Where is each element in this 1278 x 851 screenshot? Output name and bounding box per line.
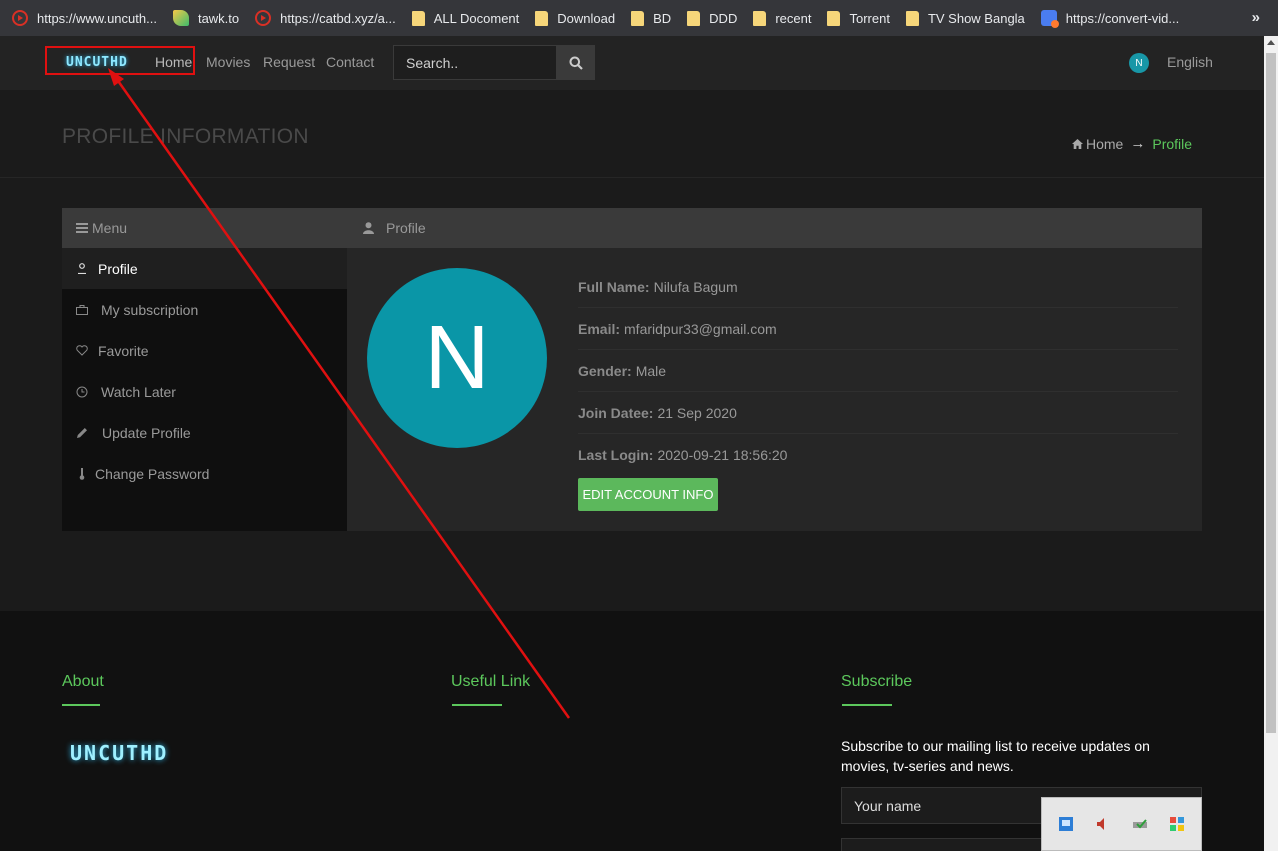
system-tray-popup xyxy=(1041,797,1202,851)
folder-icon xyxy=(753,10,767,26)
annotation-highlight-box xyxy=(45,46,195,75)
folder-icon xyxy=(535,10,549,26)
bookmark-bd[interactable]: BD xyxy=(631,10,671,26)
search-button[interactable] xyxy=(557,45,595,80)
menu-item-profile[interactable]: Profile xyxy=(62,248,347,289)
footer-subscribe-underline xyxy=(842,704,892,706)
folder-icon xyxy=(905,10,919,26)
search-input[interactable] xyxy=(393,45,557,80)
main-content: Menu Profile My subscription Favorite Wa… xyxy=(0,178,1264,611)
footer-logo[interactable]: UNCUTHD xyxy=(70,741,168,765)
nav-movies-link[interactable]: Movies xyxy=(206,54,250,70)
more-bookmarks-button[interactable]: » xyxy=(1252,9,1260,26)
page-header: PROFILE INFORMATION Home → Profile xyxy=(0,90,1264,178)
user-icon xyxy=(363,222,374,234)
profile-info-list: Full Name: Nilufa Bagum Email: mfaridpur33… xyxy=(578,266,1178,476)
page-scrollbar[interactable] xyxy=(1264,36,1278,851)
bookmark-ddd[interactable]: DDD xyxy=(687,10,737,26)
footer-subscribe-title: Subscribe xyxy=(841,673,913,690)
bookmark-catbd[interactable]: https://catbd.xyz/a... xyxy=(255,10,396,26)
menu-item-change-password[interactable]: Change Password xyxy=(62,453,347,494)
scroll-up-arrow-icon[interactable] xyxy=(1267,40,1275,45)
pencil-icon xyxy=(76,427,88,439)
home-icon xyxy=(1072,138,1083,149)
folder-icon xyxy=(411,10,425,26)
breadcrumb-current: Profile xyxy=(1152,135,1193,152)
folder-icon xyxy=(827,10,841,26)
profile-panel: Profile N Full Name: Nilufa Bagum Email: m… xyxy=(347,208,1202,531)
footer-useful-link-title: Useful Link xyxy=(451,673,531,690)
bookmark-torrent[interactable]: Torrent xyxy=(827,10,890,26)
folder-icon xyxy=(687,10,701,26)
breadcrumb: Home → Profile xyxy=(1072,135,1192,152)
safely-remove-icon[interactable] xyxy=(1132,816,1148,832)
youtube-icon xyxy=(255,10,272,26)
bookmark-all-docoment[interactable]: ALL Docoment xyxy=(411,10,519,26)
info-last-login: Last Login: 2020-09-21 18:56:20 xyxy=(578,447,788,463)
user-icon xyxy=(76,263,88,275)
profile-avatar: N xyxy=(367,268,547,448)
menu-item-favorite[interactable]: Favorite xyxy=(62,330,347,371)
bookmark-convert-video[interactable]: https://convert-vid... xyxy=(1040,10,1179,28)
bookmark-recent[interactable]: recent xyxy=(753,10,811,26)
page-title: PROFILE INFORMATION xyxy=(62,125,309,148)
edit-account-button[interactable]: EDIT ACCOUNT INFO xyxy=(578,478,718,511)
profile-menu: Menu Profile My subscription Favorite Wa… xyxy=(62,208,347,531)
bookmark-download[interactable]: Download xyxy=(535,10,615,26)
menu-heading: Menu xyxy=(62,208,347,248)
tawk-icon xyxy=(172,10,189,26)
info-gender: Gender: Male xyxy=(578,350,1178,392)
search-icon xyxy=(569,56,583,70)
user-avatar[interactable]: N xyxy=(1129,53,1149,73)
bookmark-tawk[interactable]: tawk.to xyxy=(172,10,239,26)
bookmark-tv-show-bangla[interactable]: TV Show Bangla xyxy=(905,10,1025,26)
menu-item-subscription[interactable]: My subscription xyxy=(62,289,347,330)
heart-icon xyxy=(76,345,88,357)
network-icon[interactable] xyxy=(1058,816,1074,832)
video-icon xyxy=(1040,10,1059,28)
bookmark-uncuthd[interactable]: https://www.uncuth... xyxy=(12,10,157,26)
profile-panel-heading: Profile xyxy=(347,208,1202,248)
nav-contact-link[interactable]: Contact xyxy=(326,54,374,70)
speaker-icon[interactable] xyxy=(1095,816,1111,832)
info-email: Email: mfaridpur33@gmail.com xyxy=(578,308,1178,350)
menu-item-update-profile[interactable]: Update Profile xyxy=(62,412,347,453)
language-selector[interactable]: English xyxy=(1167,54,1213,70)
clock-icon xyxy=(76,386,88,398)
youtube-icon xyxy=(12,10,28,26)
footer-useful-underline xyxy=(452,704,502,706)
bookmarks-bar: https://www.uncuth... tawk.to https://ca… xyxy=(0,0,1278,36)
breadcrumb-home-link[interactable]: Home xyxy=(1072,136,1123,152)
folder-icon xyxy=(631,10,645,26)
briefcase-icon xyxy=(76,304,88,316)
scrollbar-thumb[interactable] xyxy=(1266,53,1276,733)
info-join-date: Join Datee: 21 Sep 2020 xyxy=(578,392,1178,434)
subscribe-description: Subscribe to our mailing list to receive… xyxy=(841,738,1150,774)
footer-about-underline xyxy=(62,704,100,706)
nav-request-link[interactable]: Request xyxy=(263,54,315,70)
hamburger-icon xyxy=(76,223,88,233)
app-tray-icon[interactable] xyxy=(1169,816,1185,832)
thermometer-icon xyxy=(76,467,88,480)
info-full-name: Full Name: Nilufa Bagum xyxy=(578,266,1178,308)
menu-item-watch-later[interactable]: Watch Later xyxy=(62,371,347,412)
footer-about-title: About xyxy=(62,673,104,690)
breadcrumb-separator: → xyxy=(1130,135,1146,152)
